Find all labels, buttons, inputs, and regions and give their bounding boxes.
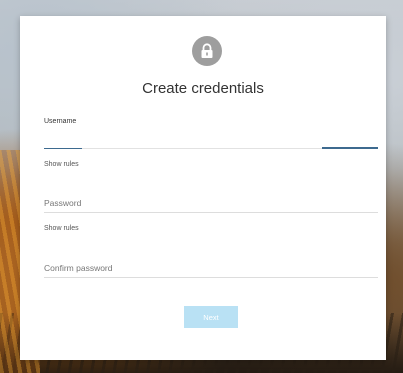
username-input[interactable]	[44, 130, 378, 146]
username-show-rules-link[interactable]: Show rules	[44, 161, 79, 168]
password-field[interactable]	[44, 194, 378, 213]
page-title: Create credentials	[142, 80, 264, 97]
confirm-password-field[interactable]	[44, 259, 378, 278]
username-label: Username	[44, 118, 77, 125]
username-underline-focus	[322, 147, 378, 149]
username-underline	[82, 148, 322, 149]
username-underline	[44, 148, 82, 149]
next-button[interactable]: Next	[184, 306, 238, 328]
lock-icon	[192, 36, 222, 66]
background-wallpaper: Create credentials Username Show rules S…	[0, 0, 403, 373]
create-credentials-dialog: Create credentials Username Show rules S…	[20, 16, 386, 360]
password-show-rules-link[interactable]: Show rules	[44, 225, 79, 232]
